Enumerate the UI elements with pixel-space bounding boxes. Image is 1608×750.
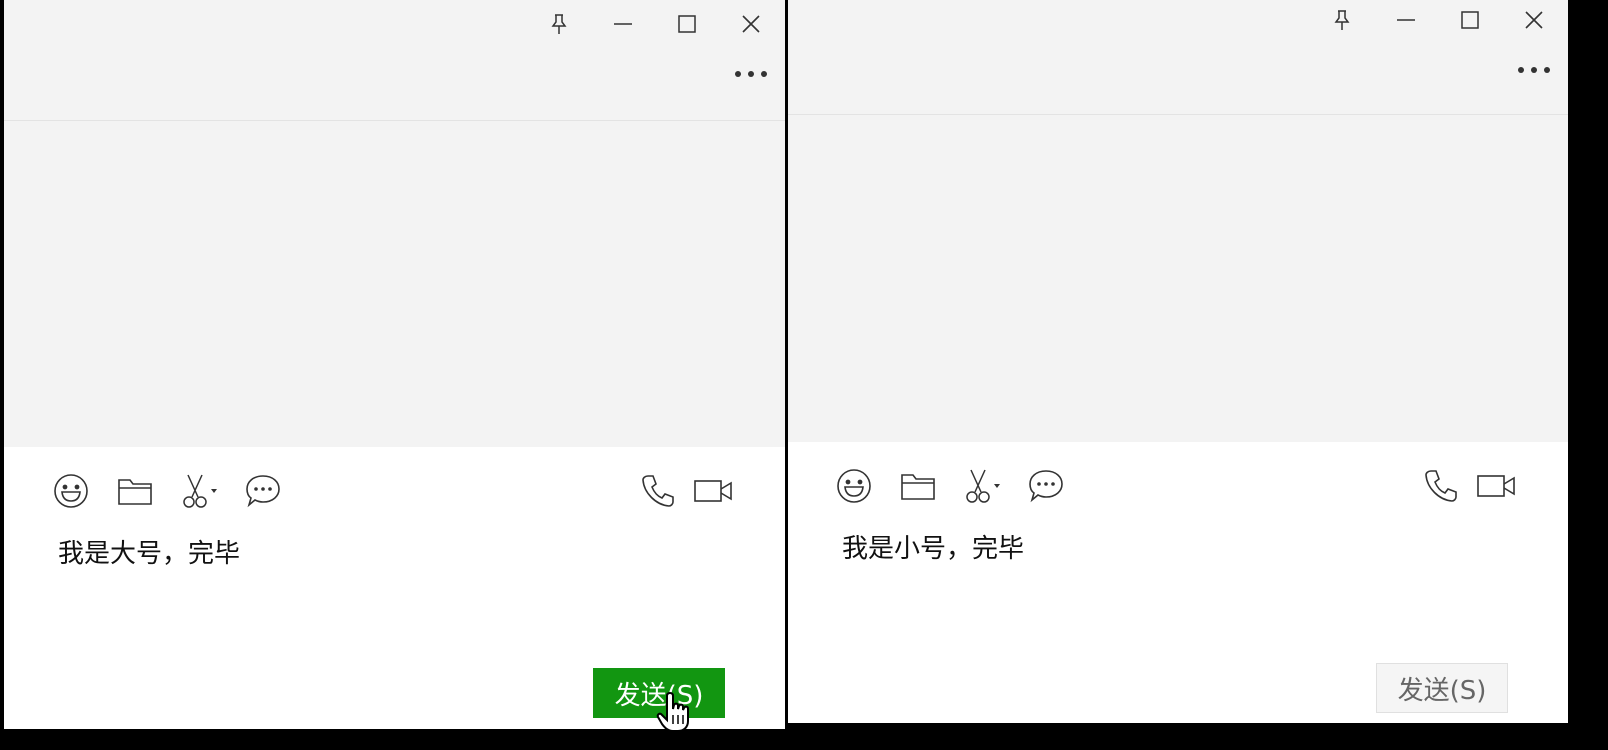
more-icon[interactable] xyxy=(731,54,771,94)
message-input[interactable]: 我是大号，完毕 xyxy=(58,533,240,570)
maximize-icon[interactable] xyxy=(667,4,707,44)
phone-icon[interactable] xyxy=(638,471,678,511)
folder-icon[interactable] xyxy=(898,466,938,506)
video-icon[interactable] xyxy=(693,471,733,511)
more-icon[interactable] xyxy=(1514,50,1554,90)
video-icon[interactable] xyxy=(1476,466,1516,506)
folder-icon[interactable] xyxy=(115,471,155,511)
send-button[interactable]: 发送(S) xyxy=(593,668,725,718)
chat-window-left: 我是大号，完毕 发送(S) xyxy=(4,0,785,729)
close-icon[interactable] xyxy=(1514,0,1554,40)
input-panel: 我是小号，完毕 发送(S) xyxy=(788,442,1568,723)
input-panel: 我是大号，完毕 发送(S) xyxy=(4,447,785,729)
scissors-icon[interactable] xyxy=(179,471,219,511)
pin-icon[interactable] xyxy=(1322,0,1362,40)
message-input[interactable]: 我是小号，完毕 xyxy=(842,528,1024,565)
chat-history-icon[interactable] xyxy=(1026,466,1066,506)
pin-icon[interactable] xyxy=(539,4,579,44)
minimize-icon[interactable] xyxy=(603,4,643,44)
maximize-icon[interactable] xyxy=(1450,0,1490,40)
chat-history-icon[interactable] xyxy=(243,471,283,511)
title-bar xyxy=(788,0,1568,115)
minimize-icon[interactable] xyxy=(1386,0,1426,40)
emoji-icon[interactable] xyxy=(51,471,91,511)
close-icon[interactable] xyxy=(731,4,771,44)
send-button[interactable]: 发送(S) xyxy=(1376,663,1508,713)
chat-window-right: 我是小号，完毕 发送(S) xyxy=(788,0,1568,723)
emoji-icon[interactable] xyxy=(834,466,874,506)
message-history[interactable] xyxy=(4,121,785,447)
message-history[interactable] xyxy=(788,115,1568,442)
scissors-icon[interactable] xyxy=(962,466,1002,506)
phone-icon[interactable] xyxy=(1421,466,1461,506)
title-bar xyxy=(4,0,785,121)
